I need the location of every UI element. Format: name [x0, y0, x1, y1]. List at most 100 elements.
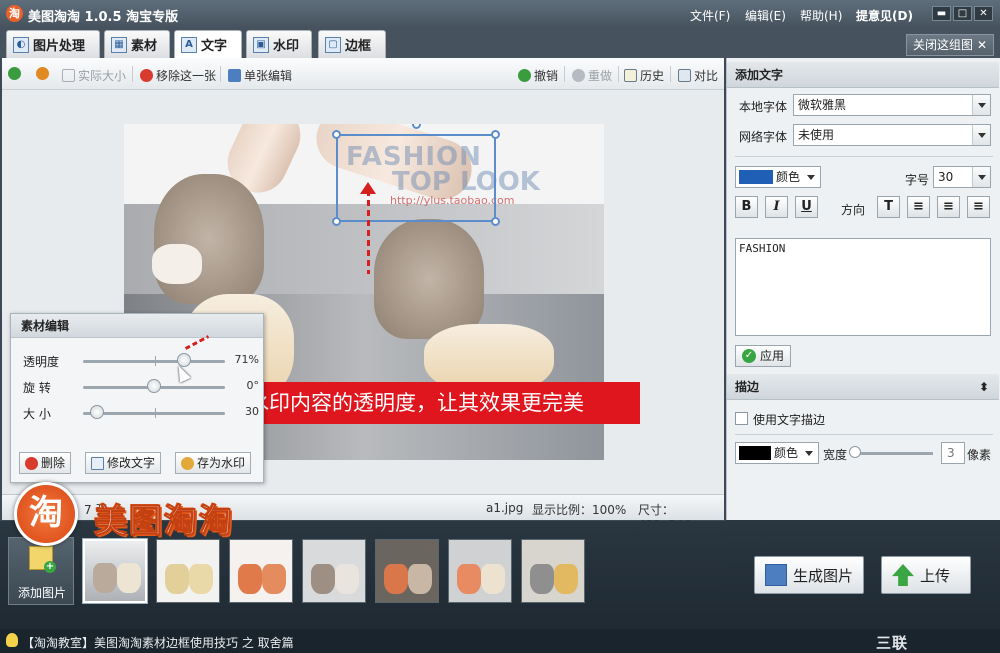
generate-image-button[interactable]: 生成图片: [754, 556, 864, 594]
stroke-width-input[interactable]: 3: [941, 442, 965, 464]
text-content-input[interactable]: FASHION: [735, 238, 991, 336]
tab-image-edit[interactable]: ◐ 图片处理: [6, 30, 100, 58]
site-watermark: 三联3LIAN.COM: [876, 634, 909, 652]
chevron-down-icon: [972, 167, 990, 187]
resize-handle[interactable]: [491, 217, 500, 226]
menu-feedback[interactable]: 提意见(D): [856, 7, 913, 24]
tab-watermark[interactable]: ▣ 水印: [246, 30, 312, 58]
thumbnail-3[interactable]: [229, 539, 293, 603]
opacity-slider-row: 透明度 71%: [23, 352, 259, 370]
size-slider-track[interactable]: [83, 412, 225, 415]
photo-boot-fur: [374, 219, 484, 339]
opacity-value: 71%: [234, 353, 259, 366]
resize-handle[interactable]: [332, 130, 341, 139]
stroke-width-slider-thumb[interactable]: [849, 446, 861, 458]
save-watermark-label: 存为水印: [197, 456, 246, 470]
stroke-width-slider-track[interactable]: [853, 452, 933, 455]
underline-button[interactable]: U: [795, 196, 818, 218]
minimize-button[interactable]: ▬: [932, 6, 951, 21]
tab-bar: ◐ 图片处理 ▦ 素材 A 文字 ▣ 水印 ▢ 边框: [0, 28, 1000, 58]
maximize-button[interactable]: □: [953, 6, 972, 21]
tip-link[interactable]: 【淘淘教室】美图淘淘素材边框使用技巧 之 取舍篇: [22, 634, 294, 651]
opacity-label: 透明度: [23, 355, 60, 369]
thumbnail-4[interactable]: [302, 539, 366, 603]
actual-size-icon: [62, 69, 75, 82]
close-window-button[interactable]: ✕: [974, 6, 993, 21]
edit-text-label: 修改文字: [107, 456, 156, 470]
app-window: 淘 美图淘淘 1.0.5 淘宝专版 文件(F) 编辑(E) 帮助(H) 提意见(…: [0, 0, 1000, 653]
font-size-value: 30: [938, 170, 954, 184]
compare-button[interactable]: 对比: [678, 67, 718, 84]
menu-help[interactable]: 帮助(H): [800, 7, 842, 24]
edit-text-icon: [91, 456, 104, 470]
upload-label: 上传: [920, 566, 951, 585]
opacity-slider-track[interactable]: [83, 360, 225, 363]
bold-button[interactable]: B: [735, 196, 758, 218]
text-color-swatch: [739, 170, 773, 184]
align-left-button[interactable]: ≡: [907, 196, 930, 218]
align-left-icon: ≡: [913, 199, 924, 214]
zoom-out-icon: [36, 67, 49, 80]
toolbar-divider: [132, 66, 133, 82]
save-watermark-button[interactable]: 存为水印: [175, 452, 252, 474]
watermark-selection-box[interactable]: [332, 124, 500, 226]
stroke-color-picker[interactable]: 颜色: [735, 442, 819, 464]
compare-icon: [678, 69, 691, 82]
edit-text-button[interactable]: 修改文字: [85, 452, 162, 474]
size-value: 30: [245, 405, 259, 418]
tab-label: 素材: [131, 39, 158, 54]
close-group-button[interactable]: 关闭这组图 ✕: [906, 34, 994, 56]
tab-label: 水印: [273, 39, 300, 54]
history-button[interactable]: 历史: [624, 67, 664, 84]
material-edit-panel: 素材编辑 透明度 71% 旋 转 0° 大 小 30 删除 修改文字 存为水印: [10, 313, 264, 483]
zoom-out-button[interactable]: [36, 67, 52, 80]
menu-file[interactable]: 文件(F): [690, 7, 730, 24]
stroke-color-label: 颜色: [774, 446, 799, 460]
thumbnail-6[interactable]: [448, 539, 512, 603]
generate-label: 生成图片: [793, 566, 854, 585]
tab-text[interactable]: A 文字: [174, 30, 242, 58]
thumbnail-7[interactable]: [521, 539, 585, 603]
rotation-slider-thumb[interactable]: [147, 379, 161, 393]
tab-label: 图片处理: [33, 39, 86, 54]
text-color-picker[interactable]: 颜色: [735, 166, 821, 188]
resize-handle[interactable]: [491, 130, 500, 139]
delete-material-button[interactable]: 删除: [19, 452, 72, 474]
font-size-select[interactable]: 30: [933, 166, 991, 188]
align-center-button[interactable]: ≡: [937, 196, 960, 218]
text-settings-panel: 添加文字 本地字体 微软雅黑 网络字体 未使用 颜色 字号 30 B I U 方…: [726, 58, 1000, 520]
single-edit-button[interactable]: 单张编辑: [228, 67, 292, 84]
edit-toolbar: 实际大小 移除这一张 单张编辑 撤销 重做 历史 对比: [2, 58, 724, 90]
size-label: 大 小: [23, 407, 51, 421]
add-image-label: 添加图片: [17, 586, 66, 600]
stroke-color-swatch: [739, 446, 771, 460]
zoom-in-button[interactable]: [8, 67, 24, 80]
web-font-select[interactable]: 未使用: [793, 124, 991, 146]
upload-button[interactable]: 上传: [881, 556, 971, 594]
thumbnail-2[interactable]: [156, 539, 220, 603]
local-font-select[interactable]: 微软雅黑: [793, 94, 991, 116]
size-slider-thumb[interactable]: [90, 405, 105, 419]
thumbnail-5[interactable]: [375, 539, 439, 603]
resize-handle[interactable]: [332, 217, 341, 226]
tab-material[interactable]: ▦ 素材: [104, 30, 170, 58]
thumbnail-1[interactable]: [82, 538, 148, 604]
text-direction-button[interactable]: T: [877, 196, 900, 218]
actual-size-button[interactable]: 实际大小: [62, 67, 126, 84]
redo-icon: [572, 69, 585, 82]
apply-label: 应用: [760, 349, 785, 363]
align-right-button[interactable]: ≡: [967, 196, 990, 218]
add-image-button[interactable]: + 添加图片: [8, 537, 74, 605]
stroke-header[interactable]: 描边 ⬍: [727, 374, 999, 400]
italic-button[interactable]: I: [765, 196, 788, 218]
remove-image-button[interactable]: 移除这一张: [140, 67, 216, 84]
menu-edit[interactable]: 编辑(E): [745, 7, 786, 24]
stroke-width-unit: 像素: [967, 448, 992, 462]
redo-button[interactable]: 重做: [572, 67, 612, 84]
photo-bow: [152, 244, 202, 284]
tab-border[interactable]: ▢ 边框: [318, 30, 386, 58]
apply-button[interactable]: ✓ 应用: [735, 345, 792, 367]
undo-button[interactable]: 撤销: [518, 67, 558, 84]
redo-label: 重做: [588, 69, 613, 83]
stroke-checkbox[interactable]: [735, 412, 748, 425]
